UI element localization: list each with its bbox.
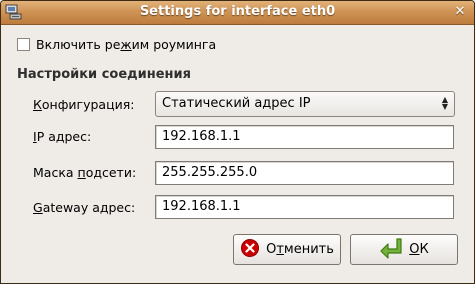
ok-button[interactable]: ОК <box>350 234 458 265</box>
configuration-value: Статический адрес IP <box>162 96 311 111</box>
roaming-label: Включить режим роуминга <box>36 37 217 52</box>
ok-label: ОК <box>409 242 429 257</box>
cancel-button[interactable]: Отменить <box>233 234 341 265</box>
updown-arrows-icon: ▲ ▼ <box>441 95 448 111</box>
cancel-icon <box>240 238 260 262</box>
title-bar[interactable]: Settings for interface eth0 ✕ <box>1 1 474 25</box>
netmask-label: Маска подсети: <box>33 165 137 180</box>
ip-address-label: IP адрес: <box>33 129 92 144</box>
enter-arrow-icon <box>379 237 403 263</box>
configuration-label: Конфигурация: <box>33 97 135 112</box>
netmask-field[interactable]: 255.255.255.0 <box>155 161 454 185</box>
dialog-window: Settings for interface eth0 ✕ Включить р… <box>0 0 475 284</box>
roaming-checkbox-row[interactable]: Включить режим роуминга <box>17 37 216 52</box>
gateway-field[interactable]: 192.168.1.1 <box>155 195 454 219</box>
connection-section-title: Настройки соединения <box>17 67 191 82</box>
ip-address-field[interactable]: 192.168.1.1 <box>155 125 454 149</box>
cancel-label: Отменить <box>266 242 334 257</box>
gateway-label: Gateway адрес: <box>33 200 136 215</box>
roaming-checkbox[interactable] <box>17 38 30 51</box>
close-icon[interactable]: ✕ <box>452 4 468 20</box>
window-title: Settings for interface eth0 <box>139 4 336 19</box>
configuration-select[interactable]: Статический адрес IP ▲ ▼ <box>155 91 455 117</box>
